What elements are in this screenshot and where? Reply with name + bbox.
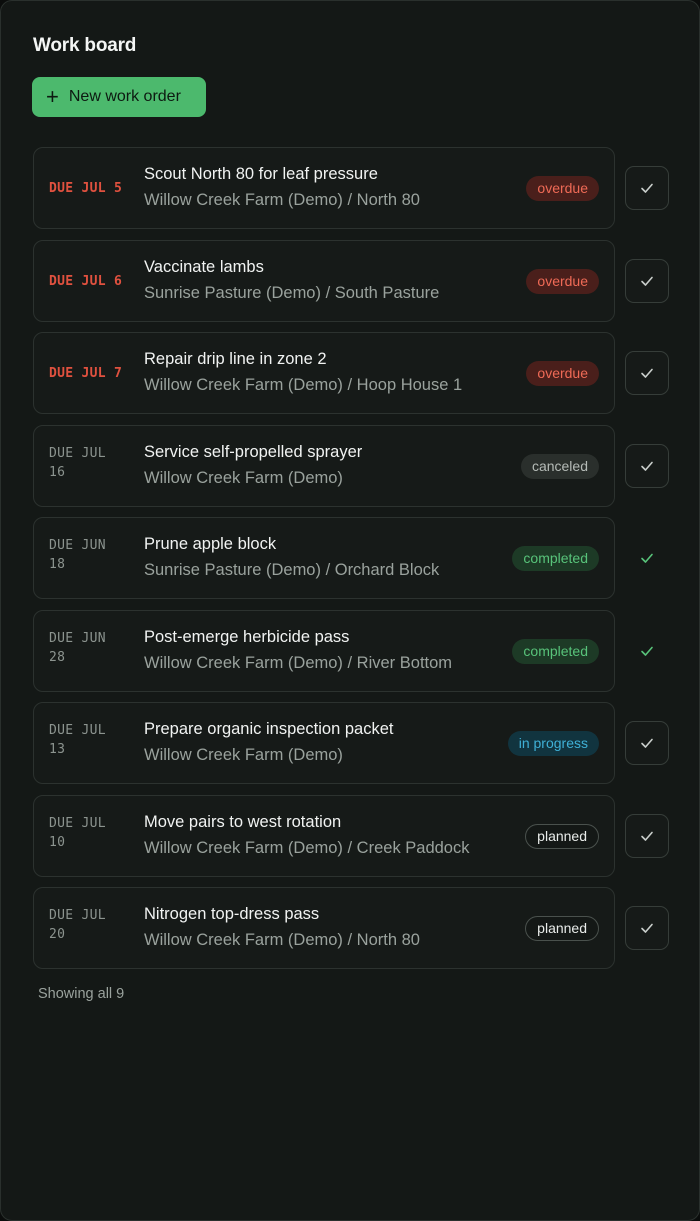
- due-date: DUE JUL 6: [49, 272, 139, 291]
- check-icon: [639, 920, 655, 936]
- work-order-card[interactable]: DUE JUL 7 Repair drip line in zone 2 Willo…: [33, 332, 615, 414]
- work-order-title: Repair drip line in zone 2: [144, 350, 327, 368]
- due-date-line-2: 16: [49, 464, 66, 480]
- status-badge: overdue: [526, 268, 599, 294]
- status-badge: overdue: [526, 176, 599, 201]
- work-order-row: DUE JUL 5 Scout North 80 for leaf pressur…: [33, 147, 670, 229]
- complete-button[interactable]: [625, 166, 669, 210]
- due-date: DUE JUL 10: [49, 814, 139, 852]
- completed-check: [625, 629, 669, 673]
- work-order-title: Move pairs to west rotation: [144, 812, 342, 831]
- work-order-location: Willow Creek Farm (Demo) / North 80: [144, 191, 420, 209]
- work-order-card[interactable]: DUE JUN 18 Prune apple block Sunrise Pastur…: [33, 517, 615, 599]
- check-icon: [639, 828, 655, 844]
- due-date-line-1: DUE JUL 6: [49, 273, 123, 289]
- work-order-row: DUE JUL 16 Service self-propelled sprayer W…: [33, 424, 670, 507]
- work-order-location: Willow Creek Farm (Demo) / Hoop House 1: [144, 376, 463, 394]
- check-icon: [639, 273, 655, 289]
- status-badge: planned: [525, 823, 599, 849]
- complete-button[interactable]: [625, 351, 669, 395]
- work-order-card[interactable]: DUE JUN 28 Post-emerge herbicide pass Willo…: [33, 609, 615, 692]
- due-date: DUE JUN 28: [49, 629, 139, 667]
- complete-button[interactable]: [625, 258, 669, 303]
- check-icon: [639, 180, 655, 196]
- due-date-line-2: 20: [49, 927, 66, 942]
- due-date-line-1: DUE JUL: [49, 908, 106, 923]
- due-date: DUE JUL 16: [49, 444, 139, 482]
- check-icon: [639, 365, 655, 381]
- plus-icon: +: [46, 84, 59, 109]
- work-order-row: DUE JUL 7 Repair drip line in zone 2 Willo…: [33, 332, 670, 414]
- status-badge: completed: [512, 638, 599, 664]
- work-order-row: DUE JUN 18 Prune apple block Sunrise Pastur…: [33, 517, 670, 599]
- complete-button[interactable]: [625, 813, 669, 858]
- work-order-row: DUE JUL 20 Nitrogen top-dress pass Willow C…: [33, 887, 670, 969]
- work-order-card[interactable]: DUE JUL 10 Move pairs to west rotation Will…: [33, 794, 615, 877]
- new-work-order-label: New work order: [68, 88, 181, 105]
- due-date: DUE JUL 13: [49, 721, 139, 759]
- work-order-row: DUE JUL 6 Vaccinate lambs Sunrise Pasture …: [33, 239, 670, 322]
- status-badge: in progress: [507, 731, 599, 756]
- result-count: Showing all 9: [38, 986, 125, 1002]
- check-icon: [639, 643, 655, 659]
- work-order-title: Prepare organic inspection packet: [144, 720, 394, 738]
- work-order-location: Sunrise Pasture (Demo) / Orchard Block: [144, 561, 440, 579]
- due-date-line-1: DUE JUL 5: [49, 181, 123, 196]
- due-date-line-1: DUE JUL: [49, 723, 106, 738]
- completed-check: [625, 536, 669, 580]
- status-badge: canceled: [520, 453, 599, 479]
- due-date-line-2: 10: [49, 834, 66, 850]
- due-date: DUE JUL 7: [49, 364, 139, 383]
- due-date-line-1: DUE JUL: [49, 815, 106, 831]
- status-badge: completed: [512, 546, 599, 571]
- work-order-title: Service self-propelled sprayer: [144, 442, 363, 461]
- work-order-card[interactable]: DUE JUL 20 Nitrogen top-dress pass Willow C…: [33, 887, 615, 969]
- work-board-panel: Work board + New work order DUE JUL 5 Sco…: [0, 0, 700, 1221]
- work-order-card[interactable]: DUE JUL 16 Service self-propelled sprayer W…: [33, 424, 615, 507]
- work-order-title: Scout North 80 for leaf pressure: [144, 165, 378, 183]
- work-order-location: Willow Creek Farm (Demo) / Creek Paddock: [144, 838, 470, 857]
- work-order-title: Nitrogen top-dress pass: [144, 905, 320, 923]
- complete-button[interactable]: [625, 443, 669, 488]
- due-date-line-1: DUE JUN: [49, 538, 106, 553]
- due-date-line-1: DUE JUN: [49, 630, 106, 646]
- work-order-list: DUE JUL 5 Scout North 80 for leaf pressur…: [33, 147, 670, 980]
- due-date-line-1: DUE JUL: [49, 445, 106, 461]
- check-icon: [639, 458, 655, 474]
- work-order-title: Vaccinate lambs: [144, 257, 264, 276]
- work-order-card[interactable]: DUE JUL 5 Scout North 80 for leaf pressur…: [33, 147, 615, 229]
- work-order-location: Sunrise Pasture (Demo) / South Pasture: [144, 283, 440, 302]
- complete-button[interactable]: [625, 906, 669, 950]
- work-order-title: Prune apple block: [144, 535, 277, 553]
- check-icon: [639, 735, 655, 751]
- complete-button[interactable]: [625, 721, 669, 765]
- new-work-order-button[interactable]: + New work order: [32, 77, 206, 117]
- work-order-row: DUE JUN 28 Post-emerge herbicide pass Willo…: [33, 609, 670, 692]
- due-date-line-2: 18: [49, 557, 66, 572]
- due-date-line-2: 13: [49, 742, 66, 757]
- work-order-location: Willow Creek Farm (Demo) / River Bottom: [144, 653, 453, 672]
- work-order-row: DUE JUL 13 Prepare organic inspection pack…: [33, 702, 670, 784]
- work-order-location: Willow Creek Farm (Demo) / North 80: [144, 931, 420, 949]
- check-icon: [639, 550, 655, 566]
- work-order-card[interactable]: DUE JUL 6 Vaccinate lambs Sunrise Pasture …: [33, 239, 615, 322]
- page-title: Work board: [33, 35, 137, 56]
- work-order-location: Willow Creek Farm (Demo): [144, 746, 343, 764]
- work-order-title: Post-emerge herbicide pass: [144, 627, 350, 646]
- due-date: DUE JUN 18: [49, 536, 139, 574]
- work-order-row: DUE JUL 10 Move pairs to west rotation Will…: [33, 794, 670, 877]
- work-order-location: Willow Creek Farm (Demo): [144, 468, 343, 487]
- status-badge: planned: [525, 916, 599, 941]
- due-date: DUE JUL 20: [49, 906, 139, 944]
- due-date-line-1: DUE JUL 7: [49, 366, 123, 381]
- status-badge: overdue: [526, 361, 599, 386]
- work-order-card[interactable]: DUE JUL 13 Prepare organic inspection pack…: [33, 702, 615, 784]
- due-date-line-2: 28: [49, 649, 66, 665]
- due-date: DUE JUL 5: [49, 179, 139, 198]
